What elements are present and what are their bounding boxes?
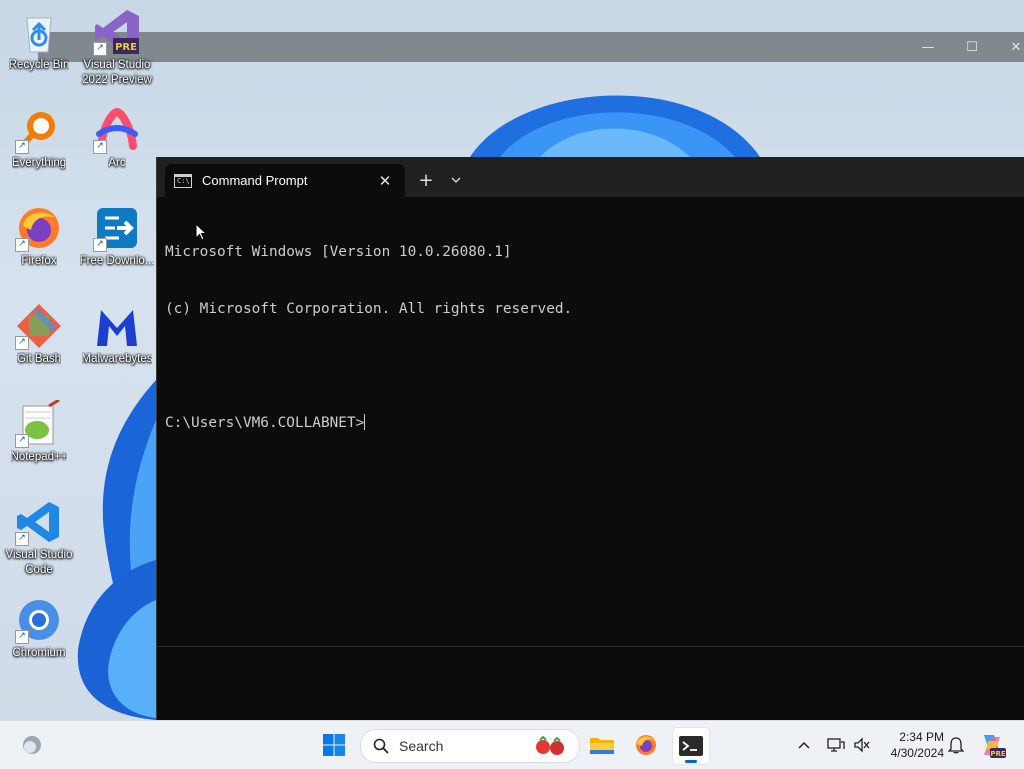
taskbar: Search 2:34 PM 4/30/2024 PRE <box>0 720 1024 769</box>
desktop-icon-malwarebytes[interactable]: Malwarebytes <box>78 302 156 367</box>
shortcut-arrow-icon: ↗ <box>93 140 107 154</box>
command-prompt-path: C:\Users\VM6.COLLABNET> <box>165 415 365 431</box>
maximize-button[interactable]: ☐ <box>950 32 994 62</box>
desktop-icon-label: Arc <box>108 157 126 169</box>
speaker-muted-icon <box>854 737 870 753</box>
everything-icon: ↗ <box>15 106 63 154</box>
taskbar-search[interactable]: Search <box>360 729 580 763</box>
start-button[interactable] <box>316 727 352 763</box>
close-tab-button[interactable]: ✕ <box>375 171 395 191</box>
volume-status-button[interactable] <box>846 727 878 763</box>
terminal-icon <box>679 736 703 756</box>
background-window-titlebar[interactable]: — ☐ ✕ <box>38 32 1024 62</box>
desktop-icon-notepad-plus-plus[interactable]: ↗ Notepad++ <box>0 398 78 465</box>
search-placeholder: Search <box>399 738 444 754</box>
desktop-icon-label: Git Bash <box>16 353 62 365</box>
desktop-icon-label: Visual Studio Code <box>5 549 73 576</box>
text-cursor <box>364 414 366 430</box>
taskbar-file-explorer[interactable] <box>584 727 620 763</box>
shortcut-arrow-icon: ↗ <box>15 140 29 154</box>
copilot-icon: PRE <box>984 735 1006 758</box>
active-app-indicator <box>685 760 697 763</box>
copilot-preview-badge: PRE <box>990 750 1006 758</box>
chevron-down-icon <box>451 177 461 183</box>
new-tab-button[interactable]: + <box>415 169 437 191</box>
folder-icon <box>590 738 614 754</box>
tab-title: Command Prompt <box>202 173 308 188</box>
minimize-button[interactable]: — <box>906 32 950 62</box>
tab-dropdown-button[interactable] <box>445 169 467 191</box>
firefox-icon: ↗ <box>15 204 63 252</box>
search-highlight-icon <box>536 736 564 755</box>
tab-command-prompt[interactable]: C:\ Command Prompt ✕ <box>165 164 405 197</box>
mouse-pointer-icon <box>195 223 207 241</box>
desktop-icon-chromium[interactable]: ↗ Chromium <box>0 596 78 661</box>
shortcut-arrow-icon: ↗ <box>15 532 29 546</box>
network-icon <box>827 738 845 752</box>
clock-time: 2:34 PM <box>899 730 944 744</box>
shortcut-arrow-icon: ↗ <box>15 238 29 252</box>
desktop-icon-label: Everything <box>11 157 67 169</box>
desktop-icon-label: Firefox <box>21 255 57 267</box>
pane-divider <box>157 646 1024 647</box>
desktop-icon-firefox[interactable]: ↗ Firefox <box>0 204 78 269</box>
desktop-icon-git-bash[interactable]: ↗ Git Bash <box>0 302 78 367</box>
desktop-icon-label: Chromium <box>12 647 66 659</box>
chromium-icon: ↗ <box>15 596 63 644</box>
search-icon <box>373 738 389 754</box>
prompt-line[interactable]: C:\Users\VM6.COLLABNET> <box>165 414 1024 433</box>
desktop-icon-label: Visual Studio 2022 Preview <box>82 59 152 86</box>
shortcut-arrow-icon: ↗ <box>15 434 29 448</box>
chevron-up-icon <box>798 741 810 749</box>
malwarebytes-icon <box>93 302 141 350</box>
desktop-icon-visual-studio-2022-preview[interactable]: PRE ↗ Visual Studio 2022 Preview <box>78 8 156 88</box>
command-prompt-window[interactable]: C:\ Command Prompt ✕ + Microsoft Windows… <box>156 157 1024 720</box>
windows-logo-icon <box>323 734 345 756</box>
desktop-icon-label: Recycle Bin <box>8 59 70 71</box>
firefox-icon <box>636 735 656 755</box>
desktop-icon-free-download-manager[interactable]: ↗ Free Downlo... <box>78 204 156 269</box>
cmd-icon: C:\ <box>174 173 192 188</box>
recycle-bin-icon <box>15 8 63 56</box>
weather-widget-icon <box>23 736 41 754</box>
desktop-icon-arc[interactable]: ↗ Arc <box>78 106 156 171</box>
copilot-button[interactable]: PRE <box>974 727 1010 763</box>
shortcut-arrow-icon: ↗ <box>93 42 107 56</box>
shortcut-arrow-icon: ↗ <box>15 336 29 350</box>
notifications-button[interactable] <box>940 727 972 763</box>
clock-date: 4/30/2024 <box>890 746 944 760</box>
show-hidden-icons-button[interactable] <box>788 727 820 763</box>
free-download-manager-icon: ↗ <box>93 204 141 252</box>
console-line: Microsoft Windows [Version 10.0.26080.1] <box>165 244 512 260</box>
terminal-titlebar[interactable]: C:\ Command Prompt ✕ + <box>157 157 1024 197</box>
visual-studio-preview-icon: PRE ↗ <box>93 8 141 56</box>
desktop-icon-label: Notepad++ <box>10 451 68 463</box>
vscode-icon: ↗ <box>15 498 63 546</box>
shortcut-arrow-icon: ↗ <box>15 630 29 644</box>
plus-icon: + <box>418 169 434 191</box>
preview-badge: PRE <box>115 42 137 53</box>
desktop-icon-label: Malwarebytes <box>81 353 153 365</box>
shortcut-arrow-icon: ↗ <box>93 238 107 252</box>
console-line: (c) Microsoft Corporation. All rights re… <box>165 301 573 317</box>
desktop-icon-visual-studio-code[interactable]: ↗ Visual Studio Code <box>0 498 78 578</box>
background-window-controls: — ☐ ✕ <box>906 32 1024 62</box>
taskbar-firefox[interactable] <box>628 727 664 763</box>
close-button[interactable]: ✕ <box>994 32 1024 62</box>
arc-icon: ↗ <box>93 106 141 154</box>
close-icon: ✕ <box>378 171 392 190</box>
notepad-plus-plus-icon: ↗ <box>15 398 63 448</box>
desktop-icon-everything[interactable]: ↗ Everything <box>0 106 78 171</box>
widgets-button[interactable] <box>14 727 50 763</box>
taskbar-clock[interactable]: 2:34 PM 4/30/2024 <box>880 729 944 761</box>
git-bash-icon: ↗ <box>15 302 63 350</box>
desktop-icon-recycle-bin[interactable]: Recycle Bin <box>0 8 78 73</box>
bell-icon <box>948 737 964 754</box>
desktop-icon-label: Free Downlo... <box>79 255 155 267</box>
console-output[interactable]: Microsoft Windows [Version 10.0.26080.1]… <box>165 205 1024 471</box>
